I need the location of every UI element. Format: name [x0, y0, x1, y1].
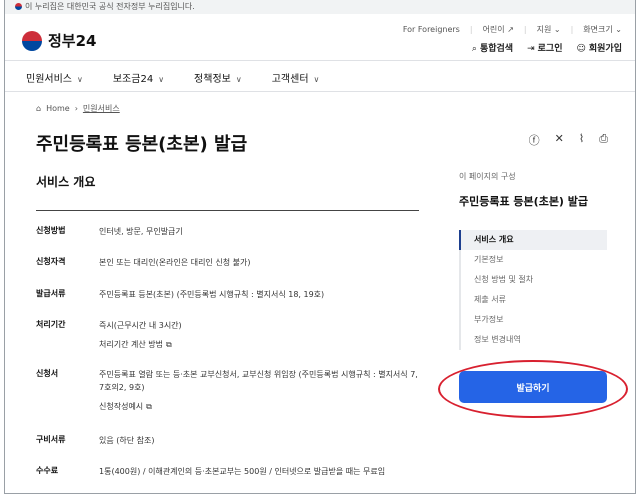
overview-heading: 서비스 개요: [36, 175, 96, 189]
row-label: 발급서류: [36, 289, 66, 298]
facebook-icon[interactable]: ⓕ: [529, 132, 540, 148]
row-label: 신청자격: [36, 257, 66, 266]
row-value: 1통(400원) / 이해관계인의 등·초본교부는 500원 / 인터넷으로 발…: [99, 467, 386, 476]
header-divider: [5, 60, 635, 61]
chevron-down-icon: ∨: [313, 75, 320, 84]
copy-icon: ⧉: [165, 340, 172, 349]
user-icon: ☺: [576, 44, 586, 54]
utility-links: For Foreigners | 어린이 ↗ | 지원 ⌄ | 화면크기 ⌄: [402, 24, 622, 35]
gnb-item-subsidy[interactable]: 보조금24 ∨: [113, 70, 164, 85]
gnb-item-civil-service[interactable]: 민원서비스 ∨: [26, 70, 83, 85]
row-value: 인터넷, 방문, 무인발급기: [99, 227, 183, 236]
gnb-item-customer-center[interactable]: 고객센터 ∨: [272, 70, 320, 85]
for-foreigners-link[interactable]: For Foreigners: [403, 25, 460, 34]
external-link-icon: ↗: [507, 25, 514, 34]
row-label: 수수료: [36, 466, 59, 475]
x-icon[interactable]: ✕: [555, 132, 564, 148]
search-icon: ⌕: [471, 44, 477, 54]
clip-icon[interactable]: ⌇: [579, 132, 584, 148]
toc-item-basic-info[interactable]: 기본정보: [459, 250, 607, 270]
chevron-down-icon: ∨: [77, 75, 83, 84]
zoom-menu[interactable]: 화면크기 ⌄: [583, 24, 622, 35]
issue-button[interactable]: 발급하기: [459, 371, 607, 403]
row-label: 구비서류: [36, 435, 66, 444]
global-navigation: 민원서비스 ∨ 보조금24 ∨ 정책정보 ∨ 고객센터 ∨: [26, 70, 319, 85]
toc-item-submission-docs[interactable]: 제출 서류: [459, 290, 607, 310]
row-value: 즉시(근무시간 내 3시간): [99, 321, 182, 330]
nav-divider: [5, 91, 635, 92]
print-icon[interactable]: ⎙: [599, 132, 608, 148]
toc-item-procedure[interactable]: 신청 방법 및 절차: [459, 270, 607, 290]
breadcrumb-current[interactable]: 민원서비스: [83, 103, 120, 114]
site-logo[interactable]: 정부24: [22, 30, 96, 51]
toc-item-additional-info[interactable]: 부가정보: [459, 310, 607, 330]
signup-button[interactable]: ☺ 회원가입: [576, 41, 622, 54]
login-icon: ⇥: [527, 44, 535, 54]
breadcrumb: ⌂ Home › 민원서비스: [36, 103, 120, 114]
login-button[interactable]: ⇥ 로그인: [527, 41, 562, 54]
kids-link[interactable]: 어린이 ↗: [483, 24, 514, 35]
row-value: 주민등록표 열람 또는 등·초본 교부신청서, 교부신청 위임장 (주민등록법 …: [99, 370, 418, 392]
chevron-down-icon: ⌄: [553, 25, 561, 34]
row-label: 신청방법: [36, 226, 66, 235]
taegeuk-logo-icon: [22, 30, 42, 51]
logo-text: 정부24: [48, 32, 97, 50]
overview-divider: [36, 210, 419, 211]
breadcrumb-home[interactable]: Home: [46, 104, 70, 113]
row-label: 신청서: [36, 369, 59, 378]
gnb-item-policy[interactable]: 정책정보 ∨: [194, 70, 242, 85]
chevron-down-icon: ∨: [158, 75, 165, 84]
row-value: 주민등록표 등본(초본) (주민등록법 시행규칙 : 별지서식 18, 19호): [99, 290, 325, 299]
form-example-link[interactable]: 신청작성예시 ⧉: [99, 400, 421, 413]
aside-title: 주민등록표 등본(초본) 발급: [459, 195, 589, 208]
row-label: 처리기간: [36, 320, 66, 329]
toc-item-overview[interactable]: 서비스 개요: [459, 230, 607, 250]
row-value: 본인 또는 대리인(온라인은 대리인 신청 불가): [99, 258, 251, 267]
share-tools: ⓕ ✕ ⌇ ⎙: [529, 132, 608, 148]
home-icon: ⌂: [36, 104, 42, 113]
integrated-search-button[interactable]: ⌕ 통합검색: [472, 41, 513, 54]
page-toc: 서비스 개요 기본정보 신청 방법 및 절차 제출 서류 부가정보 정보 변경내…: [459, 230, 607, 350]
toc-item-change-history[interactable]: 정보 변경내역: [459, 330, 607, 350]
chevron-down-icon: ⌄: [615, 25, 622, 34]
external-link-icon: ⧉: [146, 402, 152, 411]
support-menu[interactable]: 지원 ⌄: [537, 24, 561, 35]
processing-time-calc-link[interactable]: 처리기간 계산 방법 ⧉: [99, 338, 421, 351]
row-value: 있음 (하단 참조): [99, 436, 155, 445]
user-actions: ⌕ 통합검색 ⇥ 로그인 ☺ 회원가입: [472, 41, 622, 54]
chevron-down-icon: ∨: [235, 75, 242, 84]
aside-hint: 이 페이지의 구성: [459, 172, 516, 181]
page-title: 주민등록표 등본(초본) 발급: [36, 134, 248, 155]
